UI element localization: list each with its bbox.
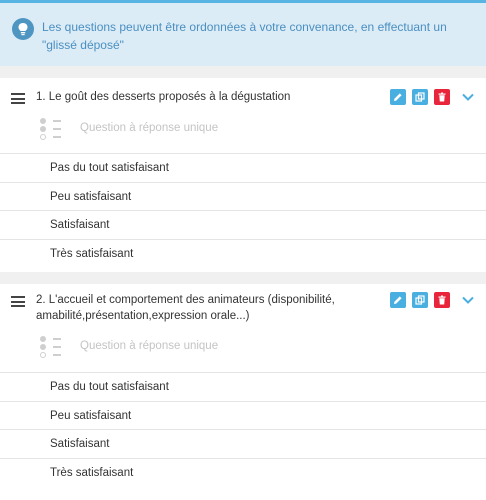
radio-list-icon: [40, 118, 64, 142]
trash-icon: [438, 92, 446, 102]
trash-icon: [438, 295, 446, 305]
edit-button[interactable]: [390, 292, 406, 308]
radio-list-icon: [40, 336, 64, 360]
choice-item: Pas du tout satisfaisant: [0, 372, 486, 401]
choice-item: Satisfaisant: [0, 210, 486, 239]
question-title: 2. L'accueil et comportement des animate…: [36, 294, 335, 322]
drag-handle-icon[interactable]: [11, 296, 25, 307]
copy-icon: [415, 92, 425, 102]
pencil-icon: [394, 296, 402, 304]
copy-button[interactable]: [412, 292, 428, 308]
info-banner: Les questions peuvent être ordonnées à v…: [0, 0, 486, 66]
choice-item: Très satisfaisant: [0, 457, 486, 487]
edit-button[interactable]: [390, 89, 406, 105]
question-card: 2. L'accueil et comportement des animate…: [0, 284, 486, 500]
choice-list: Pas du tout satisfaisant Peu satisfaisan…: [0, 372, 486, 486]
choice-item: Peu satisfaisant: [0, 181, 486, 211]
delete-button[interactable]: [434, 292, 450, 308]
delete-button[interactable]: [434, 89, 450, 105]
choice-item: Satisfaisant: [0, 429, 486, 458]
pencil-icon: [394, 93, 402, 101]
copy-icon: [415, 295, 425, 305]
copy-button[interactable]: [412, 89, 428, 105]
question-card: 1. Le goût des desserts proposés à la dé…: [0, 78, 486, 272]
choice-item: Très satisfaisant: [0, 238, 486, 268]
choice-list: Pas du tout satisfaisant Peu satisfaisan…: [0, 153, 486, 267]
question-title: 1. Le goût des desserts proposés à la dé…: [36, 91, 291, 103]
chevron-down-icon[interactable]: [462, 93, 474, 101]
chevron-down-icon[interactable]: [462, 296, 474, 304]
question-type-label: Question à réponse unique: [80, 340, 219, 352]
info-message: Les questions peuvent être ordonnées à v…: [42, 20, 447, 52]
question-type-label: Question à réponse unique: [80, 122, 219, 134]
drag-handle-icon[interactable]: [11, 93, 25, 104]
choice-item: Pas du tout satisfaisant: [0, 153, 486, 182]
choice-item: Peu satisfaisant: [0, 400, 486, 430]
lightbulb-icon: [12, 18, 34, 40]
